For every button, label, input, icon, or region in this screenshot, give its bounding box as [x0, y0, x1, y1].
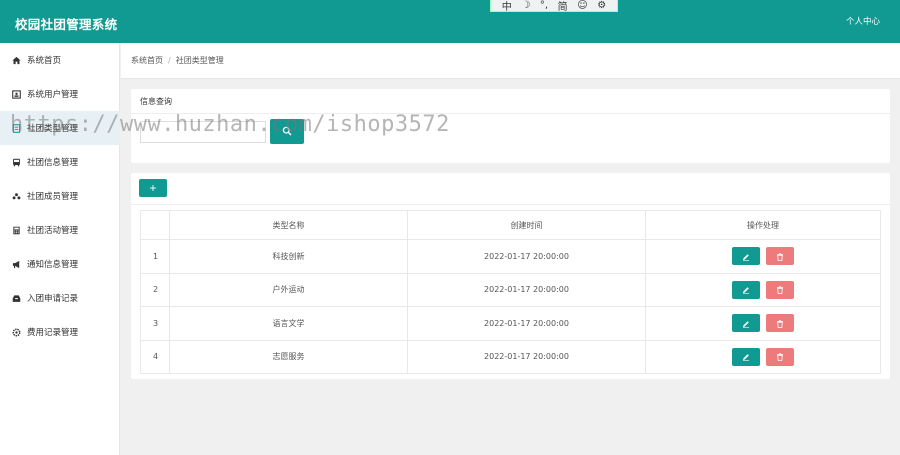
- row-created-time: 2022-01-17 20:00:00: [407, 339, 646, 374]
- sidebar-item-label: 入团申请记录: [27, 294, 79, 304]
- row-actions: [645, 339, 881, 374]
- sidebar-item-label: 系统用户管理: [27, 90, 79, 100]
- sidebar-item-label: 系统首页: [27, 56, 62, 66]
- sidebar-item-label: 社团类型管理: [27, 124, 79, 134]
- row-type-name: 志愿服务: [169, 339, 408, 374]
- list-icon: [12, 123, 21, 133]
- breadcrumb-home[interactable]: 系统首页: [131, 55, 163, 66]
- row-index: 1: [140, 239, 170, 274]
- user-center-link[interactable]: 个人中心: [846, 15, 880, 27]
- club-type-table: 类型名称 创建时间 操作处理 1 科技创新 2022-01-17 20:00:0…: [140, 210, 881, 374]
- column-header-type-name: 类型名称: [169, 210, 408, 240]
- row-created-time: 2022-01-17 20:00:00: [407, 239, 646, 274]
- trash-icon: [776, 249, 784, 264]
- sidebar-item-fees[interactable]: 费用记录管理: [0, 315, 120, 349]
- sidebar-item-club-members[interactable]: 社团成员管理: [0, 179, 120, 213]
- bus-icon: [12, 158, 21, 167]
- sidebar-item-users[interactable]: 系统用户管理: [0, 77, 120, 111]
- table-header-row: 类型名称 创建时间 操作处理: [140, 210, 881, 240]
- delete-button[interactable]: [766, 280, 794, 299]
- delete-button[interactable]: [766, 314, 794, 333]
- trash-icon: [776, 316, 784, 331]
- trash-icon: [776, 349, 784, 364]
- gear-icon[interactable]: ⚙: [597, 0, 606, 11]
- sidebar-item-label: 通知信息管理: [27, 260, 79, 270]
- gear-icon: [12, 328, 21, 337]
- delete-button[interactable]: [766, 247, 794, 266]
- row-index: 4: [140, 339, 170, 374]
- edit-icon: [742, 349, 750, 364]
- row-actions: [645, 306, 881, 341]
- emoji-icon[interactable]: ☺: [577, 0, 587, 11]
- edit-button[interactable]: [732, 247, 760, 266]
- edit-button[interactable]: [732, 280, 760, 299]
- sidebar-item-label: 社团活动管理: [27, 226, 79, 236]
- punctuation-mode[interactable]: °,: [540, 0, 548, 11]
- row-type-name: 科技创新: [169, 239, 408, 274]
- sidebar-item-label: 社团成员管理: [27, 192, 79, 202]
- breadcrumb: 系统首页 / 社团类型管理: [121, 43, 900, 79]
- sidebar-item-notices[interactable]: 通知信息管理: [0, 247, 120, 281]
- edit-button[interactable]: [732, 314, 760, 333]
- users-icon: [12, 192, 21, 201]
- query-panel: 信息查询: [131, 89, 890, 163]
- breadcrumb-separator: /: [168, 56, 171, 65]
- search-button[interactable]: [270, 119, 304, 144]
- row-type-name: 户外运动: [169, 272, 408, 307]
- home-icon: [12, 56, 21, 65]
- sidebar-item-home[interactable]: 系统首页: [0, 43, 120, 77]
- table-row: 3 语言文学 2022-01-17 20:00:00: [140, 306, 881, 341]
- edit-icon: [742, 282, 750, 297]
- search-input[interactable]: [140, 121, 266, 143]
- inbox-icon: [12, 294, 21, 303]
- table-row: 1 科技创新 2022-01-17 20:00:00: [140, 239, 881, 274]
- query-title: 信息查询: [140, 97, 172, 106]
- divider: [131, 113, 890, 114]
- sidebar-item-club-activities[interactable]: 社团活动管理: [0, 213, 120, 247]
- divider: [131, 204, 890, 205]
- moon-icon[interactable]: ☽: [521, 0, 530, 11]
- search-icon: [282, 124, 292, 139]
- add-button[interactable]: +: [139, 179, 167, 197]
- column-header-actions: 操作处理: [645, 210, 881, 240]
- column-header-created-time: 创建时间: [407, 210, 646, 240]
- calculator-icon: [12, 226, 21, 235]
- table-row: 2 户外运动 2022-01-17 20:00:00: [140, 272, 881, 307]
- breadcrumb-current: 社团类型管理: [175, 56, 224, 65]
- sidebar-item-label: 社团信息管理: [27, 158, 79, 168]
- row-created-time: 2022-01-17 20:00:00: [407, 272, 646, 307]
- edit-button[interactable]: [732, 347, 760, 366]
- ime-chinese-mode[interactable]: 中: [502, 0, 512, 13]
- column-header-index: [140, 210, 170, 240]
- edit-icon: [742, 249, 750, 264]
- row-created-time: 2022-01-17 20:00:00: [407, 306, 646, 341]
- trash-icon: [776, 282, 784, 297]
- row-actions: [645, 272, 881, 307]
- user-card-icon: [12, 89, 21, 99]
- sidebar-item-club-types[interactable]: 社团类型管理: [0, 111, 120, 145]
- ime-simplified-mode[interactable]: 简: [558, 0, 568, 13]
- row-index: 3: [140, 306, 170, 341]
- sidebar: 系统首页 系统用户管理 社团类型管理 社团信息管理 社团成员管理 社团活动管理: [0, 43, 120, 455]
- ime-toolbar: 中 ☽ °, 简 ☺ ⚙: [490, 0, 618, 13]
- row-actions: [645, 239, 881, 274]
- delete-button[interactable]: [766, 347, 794, 366]
- data-list-panel: + 类型名称 创建时间 操作处理 1 科技创新 2022-01-17 20:00…: [131, 173, 890, 379]
- row-index: 2: [140, 272, 170, 307]
- edit-icon: [742, 316, 750, 331]
- sidebar-item-label: 费用记录管理: [27, 328, 79, 338]
- table-row: 4 志愿服务 2022-01-17 20:00:00: [140, 339, 881, 374]
- megaphone-icon: [12, 260, 21, 269]
- row-type-name: 语言文学: [169, 306, 408, 341]
- sidebar-item-applications[interactable]: 入团申请记录: [0, 281, 120, 315]
- sidebar-item-club-info[interactable]: 社团信息管理: [0, 145, 120, 179]
- app-title: 校园社团管理系统: [15, 17, 118, 32]
- top-header: 校园社团管理系统 个人中心: [0, 0, 900, 43]
